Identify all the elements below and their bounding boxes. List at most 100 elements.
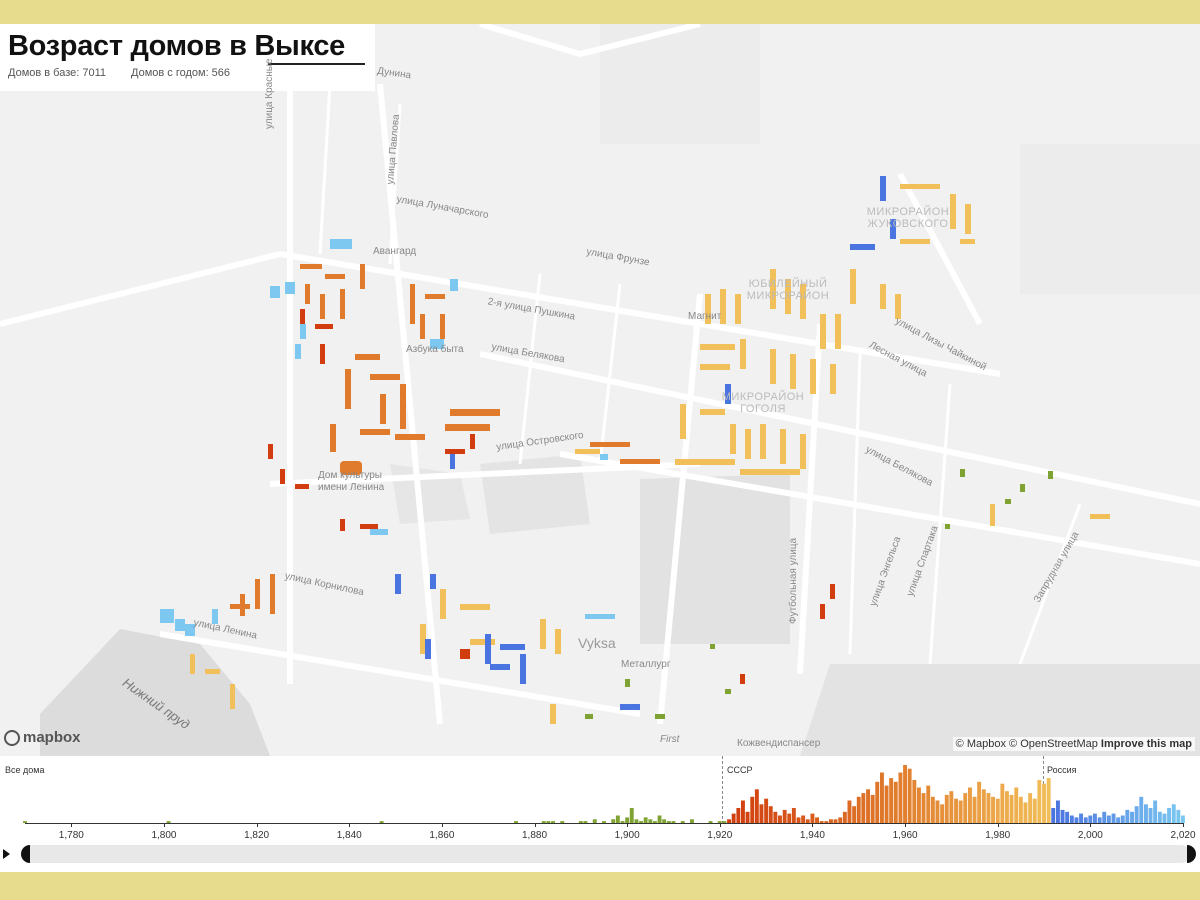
histogram-bar[interactable] <box>1130 811 1134 823</box>
histogram-bar[interactable] <box>782 809 787 823</box>
histogram-bar[interactable] <box>1079 813 1083 823</box>
histogram-bar[interactable] <box>764 798 769 823</box>
histogram-bar[interactable] <box>1069 815 1074 824</box>
histogram-bar[interactable] <box>1111 813 1116 823</box>
histogram-bar[interactable] <box>842 811 847 823</box>
histogram-bar[interactable] <box>1139 796 1144 823</box>
histogram-bar[interactable] <box>791 808 796 823</box>
slider-handle-start[interactable] <box>21 845 30 863</box>
histogram-bar[interactable] <box>968 787 972 824</box>
histogram-bar[interactable] <box>917 787 921 824</box>
histogram-bar[interactable] <box>856 796 861 823</box>
histogram-bar[interactable] <box>963 793 968 823</box>
histogram-bar[interactable] <box>657 815 662 824</box>
histogram-bar[interactable] <box>954 798 958 823</box>
histogram-bar[interactable] <box>1000 783 1005 823</box>
histogram-bar[interactable] <box>940 804 945 823</box>
histogram-bar[interactable] <box>921 793 926 823</box>
histogram-bar[interactable] <box>787 813 792 823</box>
histogram-bar[interactable] <box>1032 798 1037 823</box>
histogram-bar[interactable] <box>1028 793 1033 823</box>
histogram-bar[interactable] <box>852 806 857 823</box>
map-view[interactable]: Возраст домов в Выксе Домов в базе: 7011… <box>0 24 1200 756</box>
histogram-bar[interactable] <box>861 793 866 823</box>
histogram-bar[interactable] <box>1005 791 1009 823</box>
histogram-bar[interactable] <box>912 780 917 823</box>
histogram-bar[interactable] <box>1153 800 1158 824</box>
attribution-mapbox-link[interactable]: © Mapbox <box>956 738 1006 750</box>
histogram-bar[interactable] <box>731 813 736 823</box>
mapbox-logo[interactable]: mapbox <box>4 729 81 746</box>
histogram-bar[interactable] <box>866 789 870 823</box>
histogram-bar[interactable] <box>1018 796 1023 823</box>
histogram-bar[interactable] <box>750 796 755 823</box>
histogram-bar[interactable] <box>1042 783 1046 823</box>
histogram-bar[interactable] <box>1014 787 1019 824</box>
slider-handle-end[interactable] <box>1187 845 1196 863</box>
histogram-bar[interactable] <box>977 781 982 823</box>
histogram-bar[interactable] <box>903 765 907 823</box>
histogram-bar[interactable] <box>768 806 773 823</box>
year-range-slider[interactable] <box>22 845 1190 863</box>
histogram-bar[interactable] <box>1167 808 1171 823</box>
histogram-bar[interactable] <box>893 781 898 823</box>
histogram-bar[interactable] <box>958 800 963 824</box>
histogram-bar[interactable] <box>972 796 977 823</box>
histogram-bar[interactable] <box>926 785 931 823</box>
play-icon[interactable] <box>3 849 10 859</box>
histogram-bar[interactable] <box>949 791 954 823</box>
histogram-bar[interactable] <box>930 796 935 823</box>
histogram-bar[interactable] <box>1120 815 1125 824</box>
histogram-bar[interactable] <box>1148 808 1153 823</box>
histogram-bar[interactable] <box>1125 809 1130 823</box>
histogram-bar[interactable] <box>986 793 991 823</box>
histogram-bar[interactable] <box>1144 804 1148 823</box>
attribution-osm-link[interactable]: © OpenStreetMap <box>1009 738 1098 750</box>
improve-map-link[interactable]: Improve this map <box>1101 738 1192 750</box>
histogram-bar[interactable] <box>1181 815 1185 824</box>
histogram-bar[interactable] <box>759 804 764 823</box>
histogram-bar[interactable] <box>1176 809 1181 823</box>
histogram-bar[interactable] <box>615 815 620 824</box>
histogram-bar[interactable] <box>907 768 912 823</box>
histogram-bar[interactable] <box>847 800 852 824</box>
histogram-bar[interactable] <box>981 789 986 823</box>
histogram-bar[interactable] <box>1056 800 1060 824</box>
histogram-bar[interactable] <box>810 813 815 823</box>
histogram-bar[interactable] <box>1046 778 1051 823</box>
histogram-bar[interactable] <box>870 794 875 823</box>
histogram-bar[interactable] <box>801 815 806 824</box>
histogram-bar[interactable] <box>1106 815 1111 824</box>
histogram-bar[interactable] <box>741 800 745 824</box>
histogram-bar[interactable] <box>884 785 889 823</box>
histogram-bar[interactable] <box>944 794 949 823</box>
histogram-bar[interactable] <box>880 772 884 824</box>
histogram-bar[interactable] <box>1093 813 1097 823</box>
histogram-bar[interactable] <box>1134 806 1139 823</box>
histogram-bar[interactable] <box>1060 809 1065 823</box>
histogram-bar[interactable] <box>736 808 741 823</box>
histogram-bar[interactable] <box>778 815 782 824</box>
histogram-bar[interactable] <box>1009 794 1014 823</box>
histogram-bar[interactable] <box>1023 802 1028 823</box>
histogram-bar[interactable] <box>1065 811 1070 823</box>
histogram-bar[interactable] <box>875 781 880 823</box>
histogram-bar[interactable] <box>1051 808 1056 823</box>
year-histogram[interactable] <box>0 756 1200 828</box>
histogram-bar[interactable] <box>1157 811 1162 823</box>
histogram-bar[interactable] <box>773 811 778 823</box>
histogram-bar[interactable] <box>1102 811 1107 823</box>
histogram-bar[interactable] <box>889 778 894 823</box>
histogram-bar[interactable] <box>1088 815 1093 824</box>
histogram-bar[interactable] <box>1171 804 1176 823</box>
histogram-bar[interactable] <box>745 811 750 823</box>
histogram-bar[interactable] <box>1162 813 1167 823</box>
histogram-bar[interactable] <box>991 796 995 823</box>
histogram-bar[interactable] <box>898 772 903 824</box>
histogram-bar[interactable] <box>754 789 759 823</box>
histogram-bar[interactable] <box>995 798 1000 823</box>
histogram-bar[interactable] <box>629 808 634 823</box>
axis-tick-label: 1,980 <box>985 830 1011 841</box>
histogram-bar[interactable] <box>935 800 940 824</box>
histogram-bar[interactable] <box>1037 780 1042 823</box>
